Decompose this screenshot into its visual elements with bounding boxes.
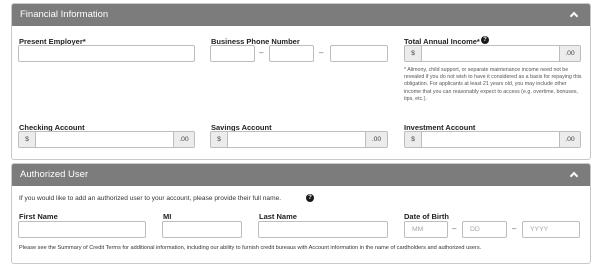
phone-prefix-input[interactable]: [269, 45, 314, 62]
dob-separator: –: [512, 224, 517, 233]
last-name-input[interactable]: [258, 221, 388, 238]
phone-separator: –: [319, 48, 324, 57]
chevron-up-icon[interactable]: [569, 164, 581, 186]
dob-year-placeholder: YYYY: [530, 226, 549, 233]
dollar-prefix: $: [404, 45, 421, 62]
authorized-user-footer: Please see the Summary of Credit Terms f…: [19, 245, 482, 251]
dob-month-input[interactable]: MM: [404, 221, 448, 238]
phone-area-code-input[interactable]: [210, 45, 255, 62]
chevron-up-icon[interactable]: [569, 4, 581, 26]
dob-day-placeholder: DD: [470, 226, 480, 233]
help-icon[interactable]: ?: [481, 36, 489, 44]
phone-line-input[interactable]: [330, 45, 388, 62]
dollar-prefix: $: [210, 131, 227, 148]
cents-suffix: .00: [366, 131, 388, 148]
total-income-input[interactable]: [421, 45, 560, 62]
dob-year-input[interactable]: YYYY: [522, 221, 580, 238]
financial-information-title: Financial Information: [20, 9, 109, 20]
present-employer-input[interactable]: [18, 45, 195, 62]
dob-day-input[interactable]: DD: [462, 221, 507, 238]
last-name-label: Last Name: [259, 212, 297, 221]
date-of-birth-label: Date of Birth: [404, 212, 449, 221]
dob-month-placeholder: MM: [412, 226, 424, 233]
phone-separator: –: [259, 48, 264, 57]
authorized-user-intro: If you would like to add an authorized u…: [19, 195, 282, 202]
middle-initial-input[interactable]: [162, 221, 242, 238]
savings-account-input[interactable]: [227, 131, 366, 148]
authorized-user-header[interactable]: Authorized User: [12, 164, 590, 186]
investment-account-input[interactable]: [421, 131, 560, 148]
income-disclaimer-note: * Alimony, child support, or separate ma…: [404, 67, 582, 102]
first-name-label: First Name: [19, 212, 58, 221]
authorized-user-title: Authorized User: [20, 169, 89, 180]
dob-separator: –: [452, 224, 457, 233]
financial-information-header[interactable]: Financial Information: [12, 4, 590, 26]
cents-suffix: .00: [174, 131, 195, 148]
cents-suffix: .00: [560, 45, 581, 62]
first-name-input[interactable]: [18, 221, 146, 238]
dollar-prefix: $: [404, 131, 421, 148]
checking-account-input[interactable]: [35, 131, 174, 148]
dollar-prefix: $: [18, 131, 35, 148]
middle-initial-label: MI: [163, 212, 172, 221]
cents-suffix: .00: [560, 131, 581, 148]
help-icon[interactable]: ?: [306, 194, 314, 202]
